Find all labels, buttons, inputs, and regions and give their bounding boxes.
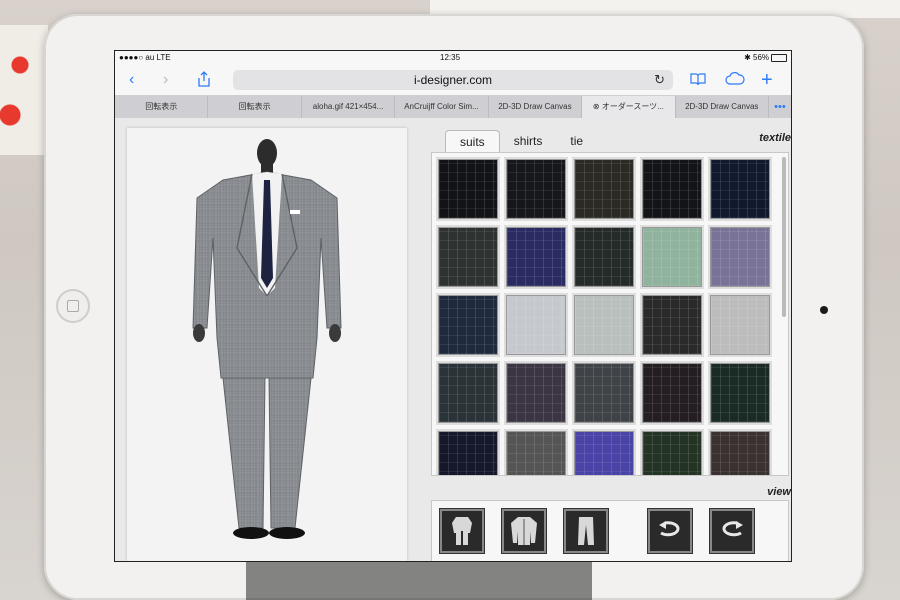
textile-swatch[interactable] [438, 159, 498, 219]
textile-swatch[interactable] [506, 431, 566, 475]
suit-mannequin-image [192, 139, 342, 539]
textile-swatch[interactable] [710, 363, 770, 423]
suit-preview[interactable] [127, 128, 407, 561]
tablet-stand [246, 562, 592, 600]
textile-swatch[interactable] [574, 295, 634, 355]
textile-swatch[interactable] [710, 295, 770, 355]
textile-swatch[interactable] [506, 295, 566, 355]
textile-heading: textile [759, 132, 791, 144]
textile-swatch[interactable] [438, 295, 498, 355]
textile-swatch[interactable] [438, 363, 498, 423]
browser-tab[interactable]: 2D-3D Draw Canvas [676, 96, 769, 118]
textile-swatch[interactable] [574, 159, 634, 219]
address-bar[interactable]: i-designer.com ↻ [233, 70, 673, 90]
textile-swatch[interactable] [642, 363, 702, 423]
scrollbar[interactable] [782, 157, 786, 317]
textile-swatch[interactable] [574, 227, 634, 287]
rotate-right-icon[interactable] [710, 509, 754, 553]
page-content: suits shirts tie textile view [115, 118, 791, 561]
view-heading: view [767, 486, 791, 498]
browser-tab[interactable]: aloha.gif 421×454... [302, 96, 396, 118]
battery-icon [771, 54, 787, 62]
share-icon[interactable] [197, 71, 211, 92]
carrier-text: ●●●●○ au LTE [119, 53, 171, 62]
tab-suits[interactable]: suits [445, 130, 500, 152]
textile-swatch[interactable] [642, 431, 702, 475]
textile-swatch[interactable] [710, 227, 770, 287]
textile-swatch[interactable] [506, 363, 566, 423]
bookmarks-icon[interactable] [690, 71, 706, 92]
battery-text: ✱ 56% [744, 53, 769, 62]
textile-swatch-panel [431, 152, 789, 476]
tab-bar: 回転表示 回転表示 aloha.gif 421×454... AnCruijff… [115, 96, 791, 119]
textile-swatch[interactable] [574, 431, 634, 475]
front-view-icon[interactable] [440, 509, 484, 553]
textile-swatch[interactable] [642, 227, 702, 287]
home-button[interactable] [56, 289, 90, 323]
clock-text: 12:35 [440, 53, 461, 62]
browser-toolbar: ‹ › i-designer.com ↻ + [115, 65, 791, 96]
forward-icon[interactable]: › [163, 71, 168, 89]
textile-swatch[interactable] [438, 227, 498, 287]
textile-swatch[interactable] [438, 431, 498, 475]
trousers-view-icon[interactable] [564, 509, 608, 553]
textile-swatch[interactable] [710, 431, 770, 475]
url-text: i-designer.com [413, 73, 493, 87]
category-tabs: suits shirts tie [445, 130, 597, 152]
view-controls [431, 500, 789, 561]
tab-tie[interactable]: tie [556, 130, 597, 152]
browser-tab[interactable]: 回転表示 [208, 96, 302, 118]
tab-shirts[interactable]: shirts [500, 130, 557, 152]
textile-swatch[interactable] [574, 363, 634, 423]
add-tab-icon[interactable]: + [761, 70, 773, 90]
textile-swatch[interactable] [506, 159, 566, 219]
tablet-screen: ●●●●○ au LTE 12:35 ✱ 56% ‹ › i-designer.… [114, 50, 792, 562]
swatch-grid [438, 159, 770, 475]
background-decoration [0, 25, 48, 155]
textile-swatch[interactable] [710, 159, 770, 219]
browser-tab[interactable]: 2D-3D Draw Canvas [489, 96, 583, 118]
reload-icon[interactable]: ↻ [654, 70, 665, 90]
textile-swatch[interactable] [506, 227, 566, 287]
more-tabs-button[interactable]: ••• [769, 96, 791, 118]
browser-tab[interactable]: 回転表示 [115, 96, 209, 118]
browser-tab[interactable]: AnCruijff Color Sim... [395, 96, 489, 118]
jacket-view-icon[interactable] [502, 509, 546, 553]
status-bar: ●●●●○ au LTE 12:35 ✱ 56% [115, 51, 791, 65]
browser-tab-active[interactable]: ⊗ オーダースーツ... [582, 96, 676, 118]
tablet-frame: ●●●●○ au LTE 12:35 ✱ 56% ‹ › i-designer.… [44, 14, 864, 600]
camera-icon [820, 306, 828, 314]
cloud-icon[interactable] [725, 71, 745, 90]
rotate-left-icon[interactable] [648, 509, 692, 553]
textile-swatch[interactable] [642, 159, 702, 219]
textile-swatch[interactable] [642, 295, 702, 355]
back-icon[interactable]: ‹ [129, 71, 134, 89]
